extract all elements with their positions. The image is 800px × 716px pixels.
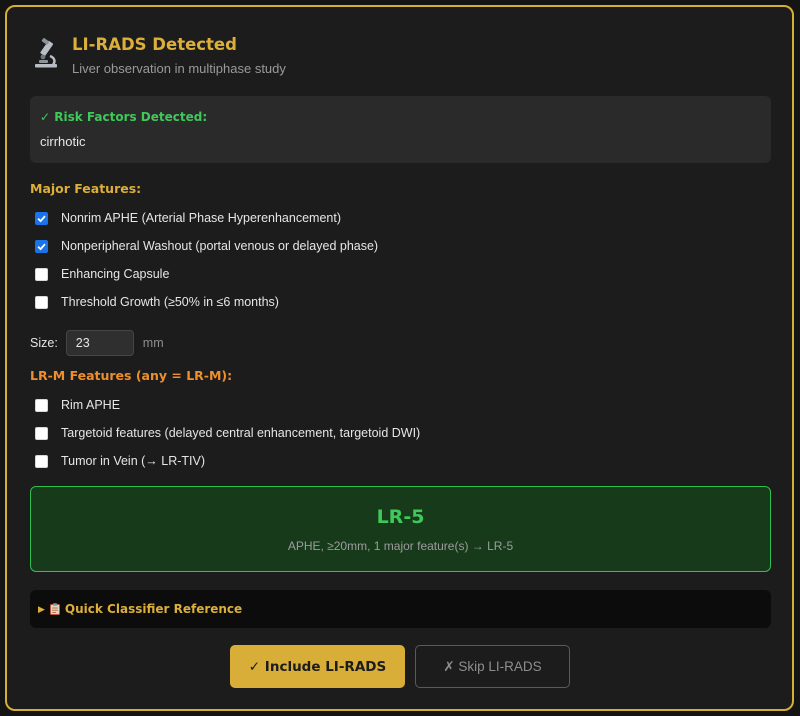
size-input[interactable]: 23 (65, 330, 134, 356)
major-features-heading: Major Features: (30, 181, 142, 196)
major-feature-row[interactable]: Nonrim APHE (Arterial Phase Hyperenhance… (35, 208, 341, 228)
lirads-result-panel: LR-5 APHE, ≥20mm, 1 major feature(s) → L… (30, 486, 771, 572)
dialog-subtitle: Liver observation in multiphase study (72, 61, 286, 76)
checkbox-nonrim-aphe[interactable] (35, 211, 48, 225)
lrm-feature-row[interactable]: Rim APHE (35, 395, 120, 415)
checkbox-label: Rim APHE (61, 398, 121, 412)
expand-caret-icon: ▶ (38, 603, 45, 614)
risk-factors-title: ✓ Risk Factors Detected: (40, 110, 208, 124)
microscope-icon (35, 38, 57, 68)
checkbox-label: Threshold Growth (≥50% in ≤6 months) (61, 295, 279, 309)
quick-reference-toggle[interactable]: ▶ Quick Classifier Reference (30, 590, 771, 628)
checkbox-label: Nonperipheral Washout (portal venous or … (61, 239, 379, 253)
major-feature-row[interactable]: Threshold Growth (≥50% in ≤6 months) (35, 292, 279, 312)
checkbox-rim-aphe[interactable] (35, 398, 48, 412)
lrm-feature-row[interactable]: Tumor in Vein (→ LR-TIV) (35, 451, 205, 471)
checkbox-enhancing-capsule[interactable] (35, 267, 48, 281)
size-row: Size: 23 mm (30, 330, 164, 356)
lrm-features-heading: LR-M Features (any = LR-M): (30, 368, 233, 383)
include-lirads-button[interactable]: ✓ Include LI-RADS (230, 645, 405, 688)
clipboard-icon (49, 603, 60, 615)
risk-factors-value: cirrhotic (40, 134, 86, 149)
major-feature-row[interactable]: Enhancing Capsule (35, 264, 169, 284)
major-feature-row[interactable]: Nonperipheral Washout (portal venous or … (35, 236, 378, 256)
checkbox-washout[interactable] (35, 239, 48, 253)
lirads-dialog: LI-RADS Detected Liver observation in mu… (5, 5, 794, 711)
lrm-feature-row[interactable]: Targetoid features (delayed central enha… (35, 423, 420, 443)
checkbox-label: Enhancing Capsule (61, 267, 170, 281)
lirads-reason: APHE, ≥20mm, 1 major feature(s) → LR-5 (287, 539, 514, 553)
lirads-category: LR-5 (376, 506, 425, 528)
risk-factors-panel: ✓ Risk Factors Detected: cirrhotic (30, 96, 771, 163)
checkbox-label: Tumor in Vein (→ LR-TIV) (61, 454, 206, 468)
quick-reference-label: Quick Classifier Reference (64, 602, 243, 616)
size-label: Size: (30, 336, 58, 350)
checkbox-label: Targetoid features (delayed central enha… (61, 426, 421, 440)
check-icon (37, 243, 46, 250)
checkbox-tumor-in-vein[interactable] (35, 454, 48, 468)
dialog-header: LI-RADS Detected Liver observation in mu… (30, 34, 286, 76)
size-unit: mm (142, 336, 164, 350)
checkbox-label: Nonrim APHE (Arterial Phase Hyperenhance… (61, 211, 341, 225)
checkbox-threshold-growth[interactable] (35, 295, 48, 309)
checkbox-targetoid[interactable] (35, 426, 48, 440)
dialog-title: LI-RADS Detected (72, 35, 237, 54)
skip-lirads-button[interactable]: ✗ Skip LI-RADS (415, 645, 570, 688)
check-icon (37, 215, 46, 222)
